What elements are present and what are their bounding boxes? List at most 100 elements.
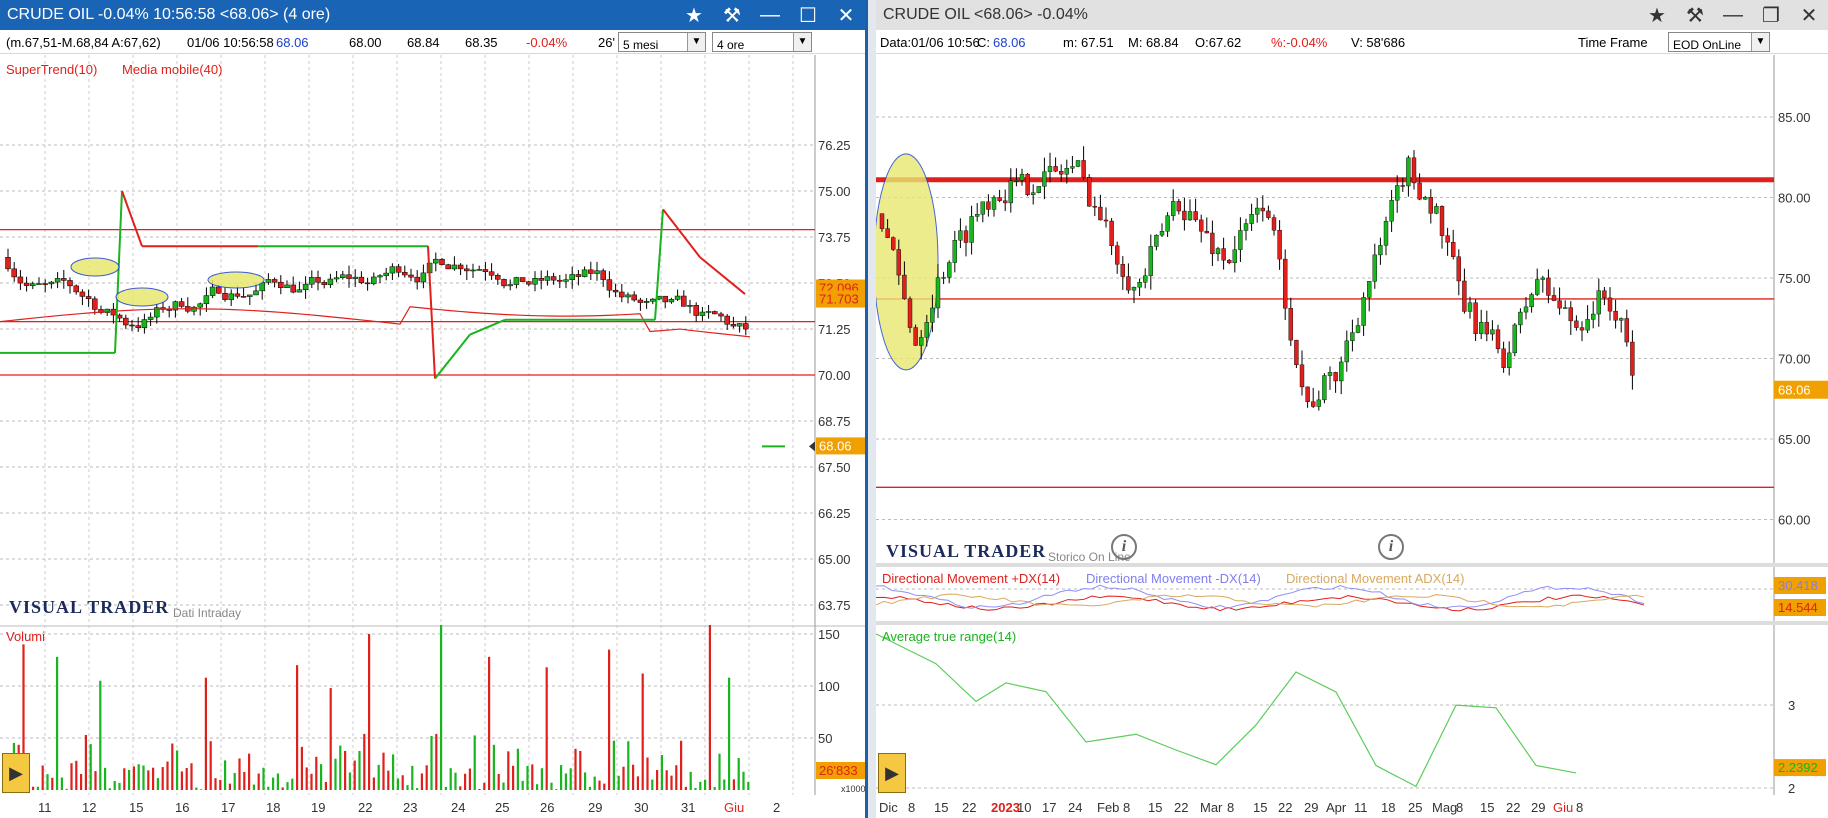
volume-bar: [99, 680, 102, 790]
candle-body: [612, 289, 619, 293]
volume-readout: 26': [598, 35, 615, 50]
play-icon[interactable]: ▶: [2, 753, 30, 793]
candle-body: [290, 284, 296, 293]
dm-minus-label[interactable]: Directional Movement -DX(14): [1086, 571, 1261, 586]
time-axis-label: 23: [403, 800, 417, 815]
dm-plus-label[interactable]: Directional Movement +DX(14): [882, 571, 1060, 586]
price-axis-tick: 80.00: [1778, 191, 1811, 206]
dm-tag-text: 30.418: [1778, 578, 1818, 593]
hammer-icon[interactable]: ⚒: [713, 0, 751, 30]
volume-label: Volumi: [6, 629, 46, 644]
candle-body: [1495, 329, 1501, 350]
candle-body: [1434, 206, 1439, 214]
volume-bar: [665, 770, 668, 790]
candle-body: [92, 298, 98, 310]
window-separator[interactable]: [868, 0, 876, 818]
time-axis-label: 11: [38, 800, 52, 815]
volume-bar: [104, 767, 107, 790]
candle-body: [563, 279, 569, 282]
left-price-chart[interactable]: 76.2575.0073.7572.5071.2570.0068.7567.50…: [0, 55, 868, 625]
left-window-title: CRUDE OIL -0.04% 10:56:58 <68.06> (4 ore…: [7, 6, 331, 23]
volume-bar: [238, 758, 241, 790]
timeframe-select[interactable]: 4 ore ▼: [712, 32, 812, 52]
hammer-icon[interactable]: ⚒: [1676, 0, 1714, 30]
close-icon[interactable]: ✕: [1790, 0, 1828, 30]
volume-bar: [75, 760, 78, 790]
minimize-icon[interactable]: —: [1714, 0, 1752, 30]
candle-body: [482, 269, 489, 272]
period-select[interactable]: 5 mesi ▼: [618, 32, 706, 52]
atr-label[interactable]: Average true range(14): [882, 629, 1016, 644]
candle-body: [1058, 171, 1064, 175]
time-axis-label: 24: [1068, 800, 1082, 815]
left-volume-chart[interactable]: 150 100 50 26'833 x1000: [0, 625, 868, 795]
candle-body: [470, 269, 476, 272]
candle-body: [724, 315, 730, 325]
time-axis-label: 18: [1381, 800, 1395, 815]
volume-readout: V: 58'686: [1351, 35, 1406, 50]
star-icon[interactable]: ★: [675, 0, 713, 30]
volume-bar: [190, 763, 193, 790]
candle-body: [439, 258, 445, 265]
candle-body: [1607, 297, 1613, 312]
time-axis-label: 22: [1278, 800, 1292, 815]
price-axis-tick: 67.50: [818, 460, 851, 475]
candle-body: [569, 274, 575, 280]
volume-bar: [195, 787, 198, 790]
star-icon[interactable]: ★: [1638, 0, 1676, 30]
right-price-chart[interactable]: 85.00 80.00 75.00 70.00 65.00 60.00 68.06: [876, 55, 1828, 567]
timeframe-select[interactable]: EOD OnLine ▼: [1668, 32, 1770, 52]
supertrend-label[interactable]: SuperTrend(10): [6, 62, 97, 77]
candle-body: [67, 280, 73, 287]
close-icon[interactable]: ✕: [827, 0, 865, 30]
volume-bar: [344, 750, 347, 790]
candle-body: [1378, 245, 1383, 256]
volume-bar: [598, 780, 601, 790]
volume-bar: [579, 750, 582, 790]
volume-bar: [315, 756, 318, 790]
candle-body: [974, 214, 980, 217]
candle-body: [1176, 201, 1181, 212]
info-icon[interactable]: i: [1111, 534, 1137, 560]
candle-body: [946, 262, 952, 278]
volume-bar: [166, 761, 169, 790]
volume-bar: [200, 789, 203, 790]
candle-body: [1333, 372, 1338, 382]
candle-body: [1070, 166, 1075, 169]
candle-body: [1339, 361, 1344, 382]
atr-chart[interactable]: 3 2 2.2392: [876, 625, 1828, 795]
volume-bar: [737, 758, 740, 790]
chevron-down-icon: ▼: [1751, 33, 1769, 51]
candle-body: [519, 277, 526, 282]
candle-body: [1613, 310, 1618, 321]
volume-bar: [483, 782, 486, 790]
adx-label[interactable]: Directional Movement ADX(14): [1286, 571, 1464, 586]
open-readout: O:67.62: [1195, 35, 1242, 50]
moving-average-label[interactable]: Media mobile(40): [122, 62, 222, 77]
candle-body: [1406, 157, 1411, 187]
maximize-icon[interactable]: ☐: [789, 0, 827, 30]
volume-bar: [713, 787, 716, 790]
play-icon[interactable]: ▶: [878, 753, 906, 793]
volume-axis-tick: 100: [818, 679, 840, 694]
highlight-ellipse: [207, 271, 265, 289]
info-icon[interactable]: i: [1378, 534, 1404, 560]
minimize-icon[interactable]: —: [751, 0, 789, 30]
candle-body: [247, 294, 253, 297]
candle-body: [1484, 322, 1489, 335]
candle-body: [600, 270, 606, 280]
restore-icon[interactable]: ❐: [1752, 0, 1790, 30]
candle-body: [730, 323, 737, 327]
candle-body: [1540, 277, 1545, 280]
candle-body: [1462, 280, 1467, 312]
volume-bar: [137, 764, 140, 790]
time-axis-label: 22: [1506, 800, 1520, 815]
volume-bar: [593, 776, 596, 790]
volume-bar: [747, 781, 750, 790]
candle-body: [526, 281, 532, 285]
candle-body: [1551, 295, 1557, 301]
time-axis-label: Mar: [1200, 800, 1223, 815]
candle-body: [1619, 318, 1624, 321]
volume-bar: [32, 786, 35, 790]
candle-body: [1030, 192, 1036, 195]
